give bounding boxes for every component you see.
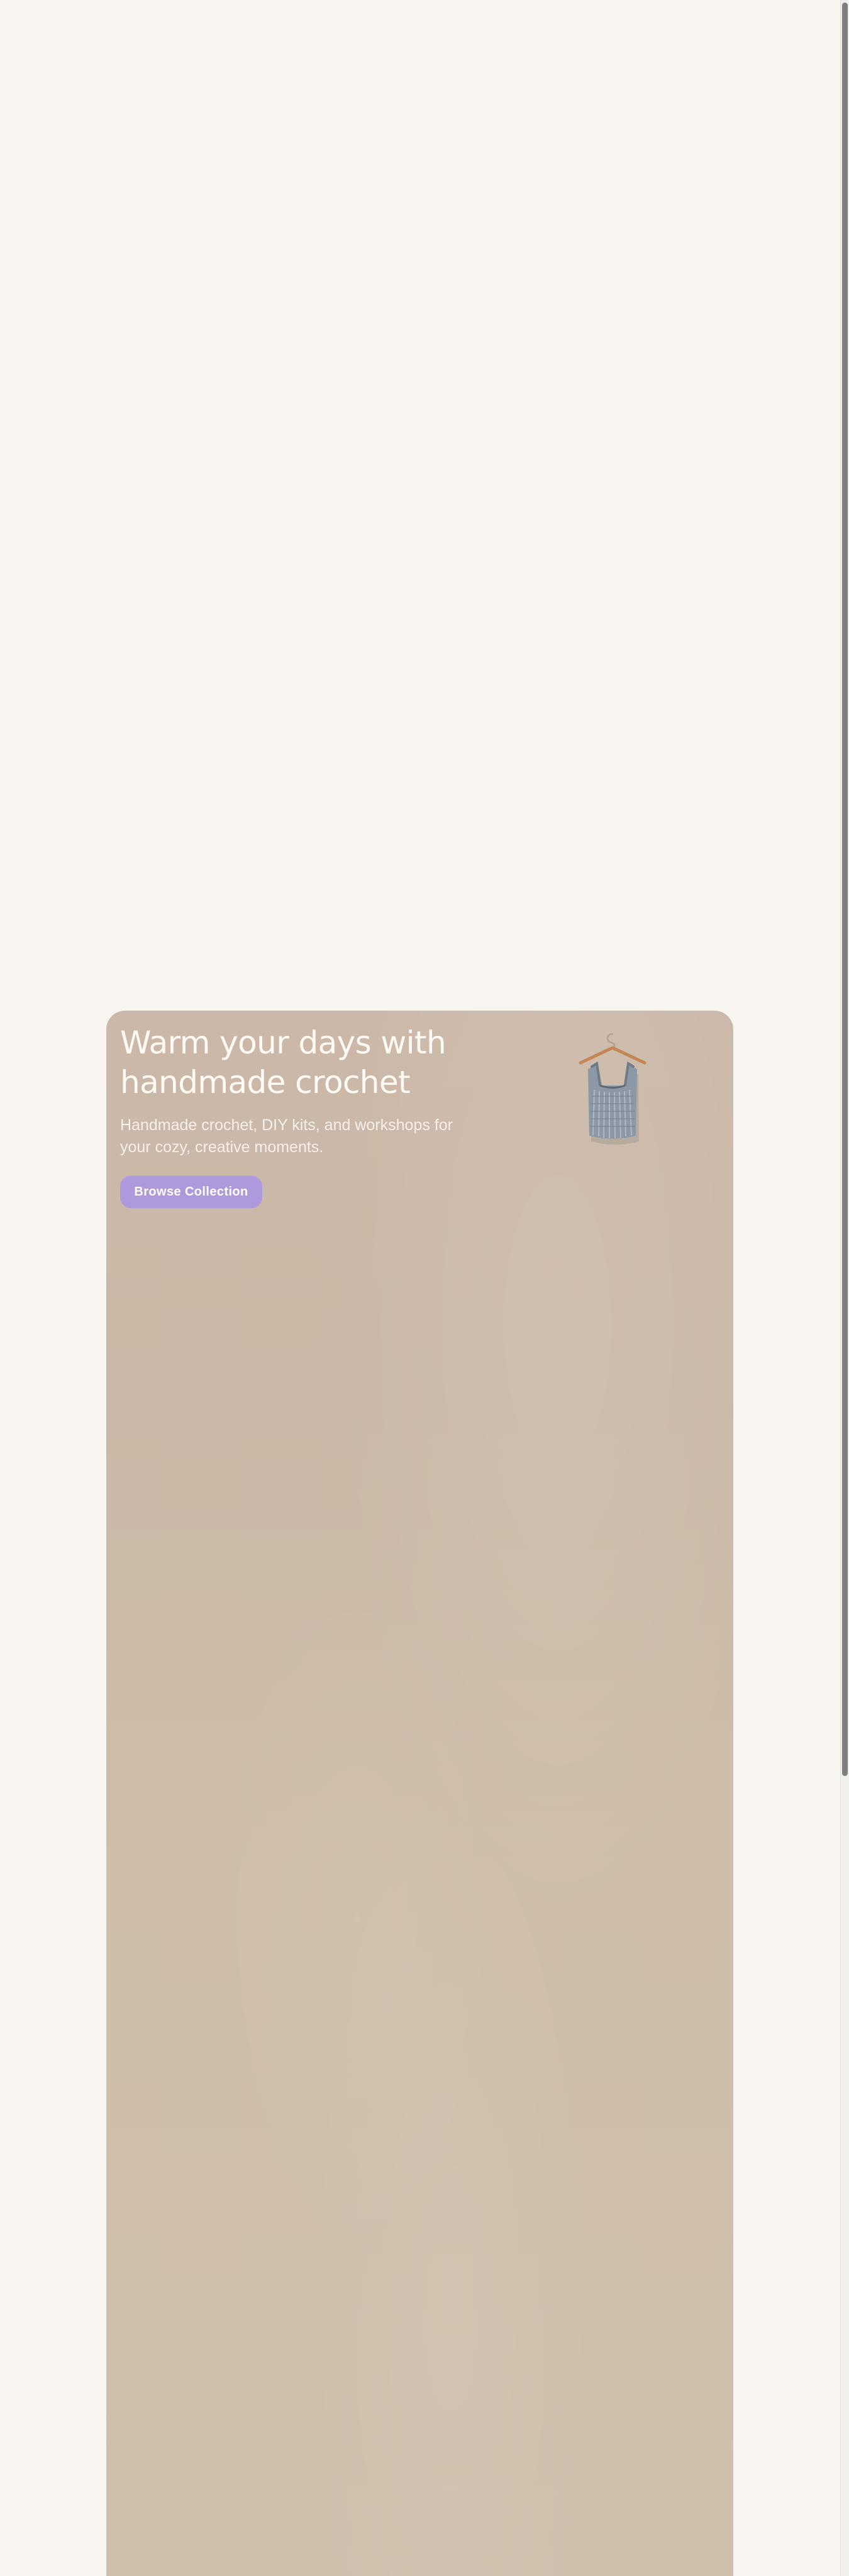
hero-subtitle: Handmade crochet, DIY kits, and workshop… — [120, 1116, 453, 1156]
hanger-bar — [579, 1046, 646, 1065]
hero-banner: Warm your days with handmade crochet Han… — [106, 1011, 733, 2576]
browse-collection-button[interactable]: Browse Collection — [120, 1175, 262, 1208]
crochet-top-image — [579, 1033, 646, 1145]
page-scrollbar[interactable] — [840, 0, 849, 2576]
hero-title: Warm your days with handmade crochet — [120, 1024, 447, 1101]
page-background: Warm your days with handmade crochet Han… — [0, 0, 840, 2576]
scrollbar-thumb[interactable] — [842, 3, 848, 1776]
